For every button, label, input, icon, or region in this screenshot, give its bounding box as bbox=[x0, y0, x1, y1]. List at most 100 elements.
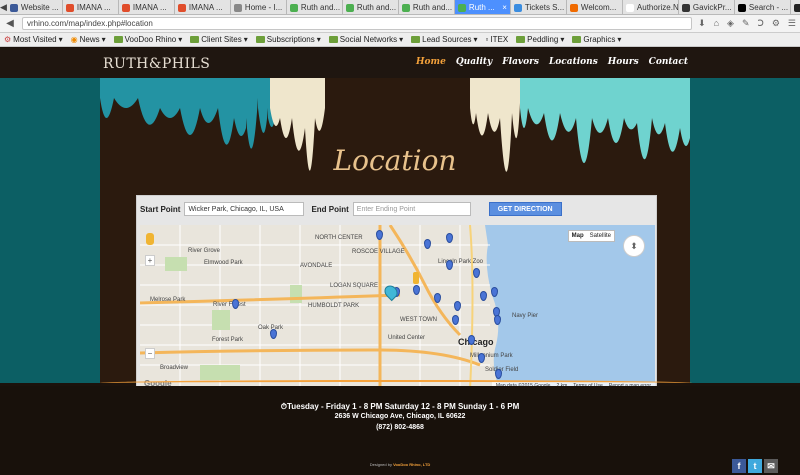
browser-tab[interactable]: Authorize.Net bbox=[622, 0, 679, 14]
folder-icon bbox=[411, 36, 421, 43]
browser-tab[interactable]: GavickPr... bbox=[678, 0, 735, 14]
tab-favicon-icon bbox=[681, 3, 690, 12]
browser-tab[interactable]: Home - I... bbox=[230, 0, 287, 14]
end-point-label: End Point bbox=[311, 204, 349, 214]
browser-tab[interactable]: Search - ... bbox=[734, 0, 791, 14]
browser-tab[interactable]: Ruth and... bbox=[342, 0, 399, 14]
browser-tab[interactable]: IMANA ... bbox=[62, 0, 119, 14]
gear-icon: ⚙ bbox=[4, 35, 12, 44]
browser-tab[interactable]: Welcom... bbox=[566, 0, 623, 14]
tab-favicon-icon bbox=[401, 3, 410, 12]
main-menu: Home Quality Flavors Locations Hours Contact bbox=[416, 57, 688, 67]
pan-control-icon[interactable]: ⬍ bbox=[623, 235, 645, 257]
nav-item-hours[interactable]: Hours bbox=[608, 57, 639, 67]
map-type-map[interactable]: Map bbox=[569, 231, 587, 241]
map-label: Millennium Park bbox=[470, 353, 513, 359]
chevron-down-icon: ▾ bbox=[58, 35, 63, 44]
zoom-out-button[interactable]: − bbox=[145, 348, 155, 359]
tab-label: Search - ... bbox=[748, 3, 789, 12]
site-logo[interactable]: RUTH&PHILS bbox=[103, 56, 210, 72]
close-tab-icon[interactable]: × bbox=[502, 3, 507, 12]
twitter-icon[interactable]: t bbox=[748, 459, 762, 473]
folder-icon bbox=[190, 36, 200, 43]
map-label: United Center bbox=[388, 335, 426, 341]
bookmark-item[interactable]: Lead Sources ▾ bbox=[411, 35, 478, 44]
start-point-input[interactable]: Wicker Park, Chicago, IL, USA bbox=[184, 202, 305, 216]
zoom-in-button[interactable]: + bbox=[145, 255, 155, 266]
map-label: Forest Park bbox=[212, 337, 244, 343]
map-label: ROSCOE VILLAGE bbox=[352, 249, 405, 255]
folder-icon bbox=[328, 36, 338, 43]
map-label: AVONDALE bbox=[300, 263, 333, 269]
tab-label: IMANA ... bbox=[188, 3, 223, 12]
bookmark-label: Social Networks bbox=[339, 35, 398, 44]
nav-item-flavors[interactable]: Flavors bbox=[502, 57, 539, 67]
start-point-label: Start Point bbox=[140, 204, 181, 214]
facebook-icon[interactable]: f bbox=[732, 459, 746, 473]
chevron-down-icon: ▾ bbox=[243, 35, 248, 44]
get-direction-button[interactable]: GET DIRECTION bbox=[488, 202, 562, 216]
browser-tab[interactable]: Ruth and... bbox=[286, 0, 343, 14]
tab-favicon-icon bbox=[177, 3, 186, 12]
tab-label: Ruth and... bbox=[300, 3, 341, 12]
nav-item-home[interactable]: Home bbox=[416, 57, 446, 67]
map-type-satellite[interactable]: Satellite bbox=[587, 231, 614, 241]
browser-tab[interactable]: JoomlaXTC bbox=[790, 0, 800, 14]
tab-label: IMANA ... bbox=[132, 3, 167, 12]
chevron-down-icon: ▾ bbox=[101, 35, 106, 44]
pegman-icon[interactable] bbox=[146, 233, 154, 245]
tab-favicon-icon bbox=[513, 3, 522, 12]
email-icon[interactable]: ✉ bbox=[764, 459, 778, 473]
download-icon[interactable]: ⬇ bbox=[698, 18, 706, 29]
tab-favicon-icon bbox=[121, 3, 130, 12]
bookmark-label: News bbox=[79, 35, 100, 44]
chevron-down-icon: ▾ bbox=[473, 35, 478, 44]
page-icon: ▫ bbox=[485, 35, 489, 44]
map-label: HUMBOLDT PARK bbox=[308, 303, 360, 309]
url-text: vrhino.com/map/index.php#location bbox=[27, 19, 153, 28]
google-map[interactable]: River Grove Elmwood Park Melrose Park Ri… bbox=[140, 225, 655, 390]
browser-tab[interactable]: Website ... bbox=[6, 0, 63, 14]
bookmark-item[interactable]: ▫ ITEX bbox=[486, 35, 509, 44]
browser-tab[interactable]: Ruth and... bbox=[398, 0, 455, 14]
nav-item-locations[interactable]: Locations bbox=[549, 57, 598, 67]
browser-tab[interactable]: Tickets S... bbox=[510, 0, 567, 14]
credit-prefix: Designed by bbox=[369, 462, 392, 467]
bookmark-item[interactable]: Client Sites ▾ bbox=[190, 35, 248, 44]
browser-tab[interactable]: Ruth ... × bbox=[454, 0, 511, 14]
bookmark-label: Subscriptions bbox=[266, 35, 315, 44]
extension-icon[interactable]: Ↄ bbox=[758, 18, 764, 29]
bookmark-item[interactable]: ◉ News ▾ bbox=[71, 35, 106, 44]
business-phone[interactable]: (872) 802-4868 bbox=[0, 424, 800, 431]
home-icon[interactable]: ⌂ bbox=[714, 18, 719, 29]
tabs-scroll-left-icon[interactable]: ◀ bbox=[0, 0, 7, 14]
url-input[interactable]: vrhino.com/map/index.php#location bbox=[22, 17, 693, 30]
tab-favicon-icon bbox=[65, 3, 74, 12]
nav-item-contact[interactable]: Contact bbox=[649, 57, 688, 67]
gear-icon[interactable]: ⚙ bbox=[772, 18, 780, 29]
tab-favicon-icon bbox=[9, 3, 18, 12]
menu-icon[interactable]: ☰ bbox=[788, 18, 796, 29]
browser-nav-bar: ◀ vrhino.com/map/index.php#location ⬇ ⌂ … bbox=[0, 15, 800, 33]
toolbar-icons: ⬇ ⌂ ◈ ✎ Ↄ ⚙ ☰ bbox=[698, 18, 796, 29]
folder-icon bbox=[516, 36, 526, 43]
bookmark-item[interactable]: Peddling ▾ bbox=[516, 35, 564, 44]
tab-label: Ruth ... bbox=[468, 3, 495, 12]
bookmark-item[interactable]: VooDoo Rhino ▾ bbox=[113, 35, 182, 44]
browser-tab[interactable]: IMANA ... bbox=[174, 0, 231, 14]
back-icon[interactable]: ◀ bbox=[4, 18, 16, 29]
browser-tab[interactable]: IMANA ... bbox=[118, 0, 175, 14]
bookmark-item[interactable]: Subscriptions ▾ bbox=[255, 35, 321, 44]
bookmark-item[interactable]: Graphics ▾ bbox=[572, 35, 621, 44]
credit-link[interactable]: VooDoo Rhino, LTD bbox=[393, 462, 430, 467]
pocket-icon[interactable]: ◈ bbox=[727, 18, 734, 29]
map-type-control: Map Satellite bbox=[567, 230, 615, 242]
pen-icon[interactable]: ✎ bbox=[742, 18, 750, 29]
tab-label: IMANA ... bbox=[76, 3, 111, 12]
tab-label: GavickPr... bbox=[692, 3, 732, 12]
end-point-input[interactable]: Enter Ending Point bbox=[352, 202, 471, 216]
bookmark-item[interactable]: Social Networks ▾ bbox=[328, 35, 403, 44]
nav-item-quality[interactable]: Quality bbox=[456, 57, 492, 67]
bookmark-item[interactable]: ⚙ Most Visited ▾ bbox=[4, 35, 63, 44]
bookmark-label: Peddling bbox=[527, 35, 559, 44]
